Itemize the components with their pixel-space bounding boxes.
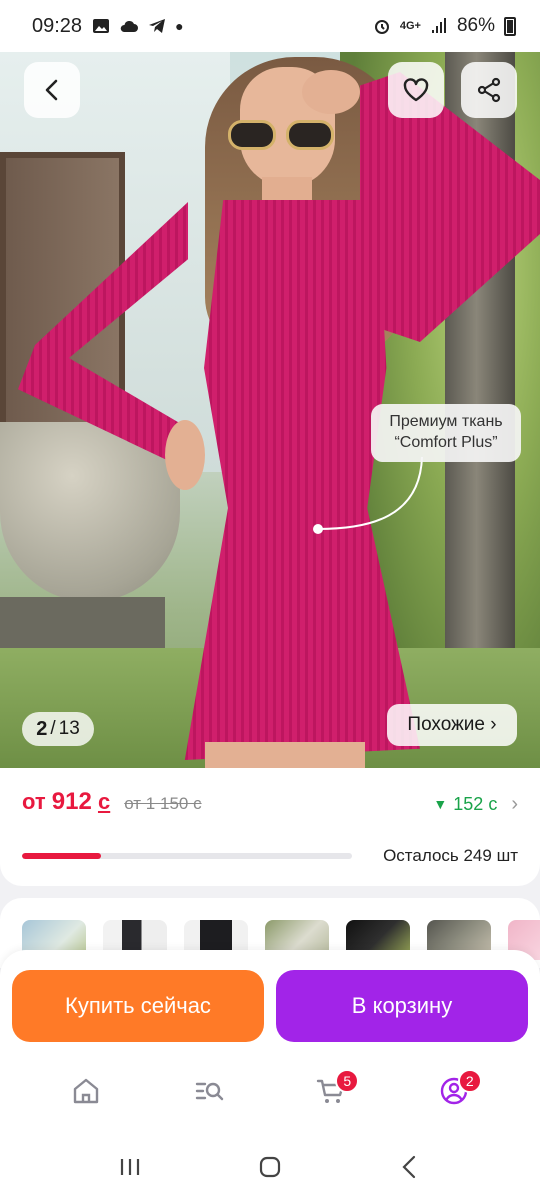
fabric-callout-line1: Премиум ткань xyxy=(389,413,503,430)
signal-icon xyxy=(431,18,446,33)
status-time: 09:28 xyxy=(32,14,83,37)
image-pager: 2 / 13 xyxy=(22,712,94,746)
back-nav-icon[interactable] xyxy=(396,1153,424,1181)
chevron-right-icon: › xyxy=(511,792,518,815)
price-value: 912 xyxy=(51,788,92,815)
home-button-icon[interactable] xyxy=(256,1153,284,1181)
fabric-callout-line2: “Comfort Plus” xyxy=(394,434,498,451)
dot-icon: ● xyxy=(175,18,184,34)
down-triangle-icon: ▼ xyxy=(433,796,448,812)
nav-cart[interactable]: 5 xyxy=(301,1061,361,1121)
fabric-callout: Премиум ткань “Comfort Plus” xyxy=(371,404,521,462)
nav-home[interactable] xyxy=(56,1061,116,1121)
home-icon xyxy=(74,1078,99,1104)
battery-percent: 86% xyxy=(456,15,495,36)
similar-label: Похожие › xyxy=(407,714,497,735)
cashback-link[interactable]: ▼ 152 с › xyxy=(433,793,518,816)
heart-icon xyxy=(403,78,429,102)
action-bar: Купить сейчас В корзину xyxy=(0,950,540,1048)
favorite-button[interactable] xyxy=(388,62,444,118)
telegram-icon xyxy=(149,19,166,33)
stock-progress-fill xyxy=(22,853,102,859)
similar-button[interactable]: Похожие › xyxy=(387,704,517,746)
price-currency: с xyxy=(97,789,111,814)
pager-current: 2 xyxy=(36,717,48,740)
price-row: от 912 с от 1 150 с ▼ 152 с › xyxy=(22,788,518,816)
gallery-icon xyxy=(93,19,110,33)
status-bar: 09:28 ● 4G+ 86% xyxy=(0,0,540,52)
stock-progress-bar xyxy=(22,853,352,859)
product-screen: 09:28 ● 4G+ 86% Премиум ткань “Comfort P… xyxy=(0,0,540,1200)
status-notification-icons: ● xyxy=(92,17,184,35)
bottom-nav: 5 2 xyxy=(0,1048,540,1134)
pager-separator: / xyxy=(50,718,56,739)
back-button[interactable] xyxy=(24,62,80,118)
network-type: 4G+ xyxy=(399,20,421,32)
cloud-icon xyxy=(120,20,139,32)
cart-badge: 5 xyxy=(335,1069,360,1093)
product-image-gallery[interactable]: Премиум ткань “Comfort Plus” 2 / 13 Похо… xyxy=(0,52,540,768)
price-card: от 912 с от 1 150 с ▼ 152 с › Осталось 2… xyxy=(0,768,540,886)
share-button[interactable] xyxy=(461,62,517,118)
price-prefix: от xyxy=(22,789,46,814)
recent-apps-icon[interactable] xyxy=(116,1153,144,1181)
status-system-icons: 4G+ 86% xyxy=(373,15,516,37)
system-nav-bar xyxy=(0,1134,540,1200)
old-price: от 1 150 с xyxy=(124,794,202,813)
alarm-icon xyxy=(374,20,389,34)
chevron-left-icon xyxy=(45,79,58,101)
callout-pointer xyxy=(313,457,423,534)
nav-profile[interactable]: 2 xyxy=(424,1061,484,1121)
nav-catalog[interactable] xyxy=(179,1061,239,1121)
stock-row: Осталось 249 шт xyxy=(22,846,518,866)
add-to-cart-button[interactable]: В корзину xyxy=(276,970,528,1042)
cashback-amount: 152 с xyxy=(453,793,498,814)
current-price: от 912 с xyxy=(22,788,110,816)
buy-now-button[interactable]: Купить сейчас xyxy=(12,970,264,1042)
profile-badge: 2 xyxy=(457,1069,482,1093)
battery-icon xyxy=(504,16,516,36)
pager-total: 13 xyxy=(58,718,80,739)
share-icon xyxy=(477,77,501,103)
stock-remaining: Осталось 249 шт xyxy=(383,846,518,865)
catalog-search-icon xyxy=(195,1082,223,1101)
